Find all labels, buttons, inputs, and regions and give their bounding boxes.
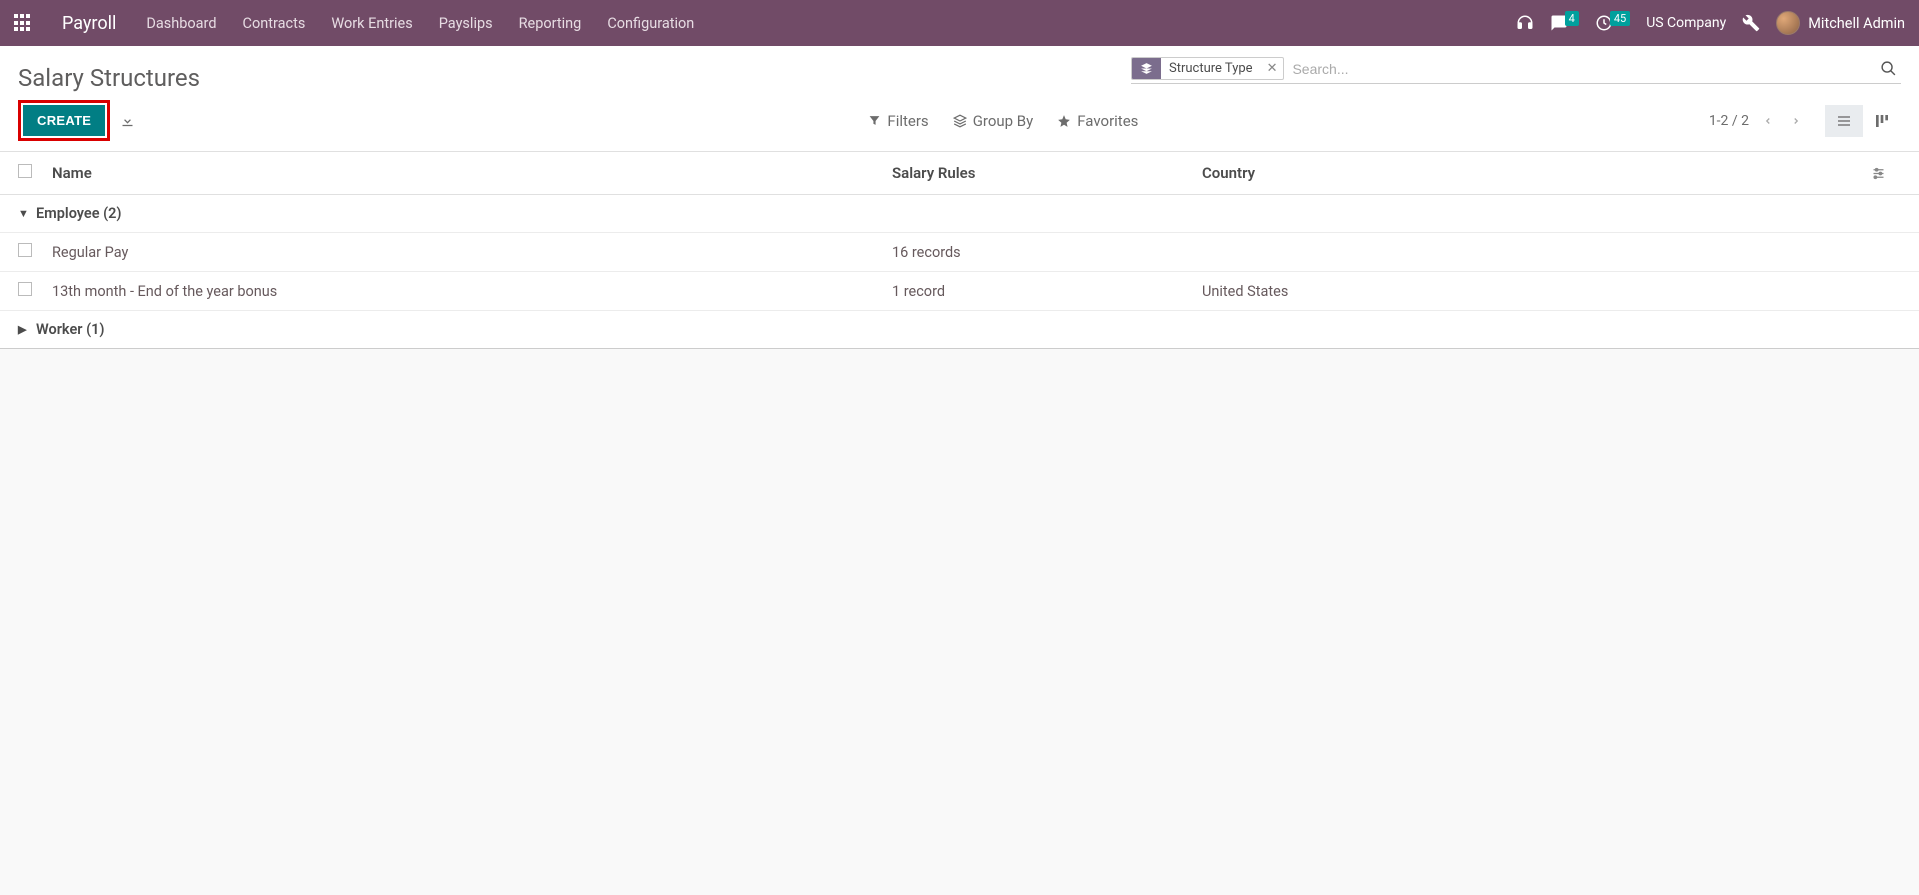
- control-panel: Salary Structures Structure Type ✕ CREAT…: [0, 46, 1919, 152]
- apps-menu-icon[interactable]: [14, 14, 32, 32]
- group-label: Employee (2): [36, 205, 122, 222]
- row-checkbox[interactable]: [18, 243, 32, 257]
- create-button[interactable]: CREATE: [23, 105, 105, 136]
- pager: 1-2 / 2: [1709, 112, 1805, 130]
- filters-label: Filters: [887, 112, 928, 130]
- cell-rules: 1 record: [892, 283, 1202, 300]
- table-header: Name Salary Rules Country: [0, 152, 1919, 195]
- cell-name: Regular Pay: [52, 244, 892, 261]
- table-row[interactable]: 13th month - End of the year bonus 1 rec…: [0, 272, 1919, 311]
- table-row[interactable]: Regular Pay 16 records: [0, 233, 1919, 272]
- nav-payslips[interactable]: Payslips: [439, 15, 493, 32]
- nav-configuration[interactable]: Configuration: [607, 15, 694, 32]
- top-navbar: Payroll Dashboard Contracts Work Entries…: [0, 0, 1919, 46]
- search-bar[interactable]: Structure Type ✕: [1131, 56, 1901, 84]
- cell-country: United States: [1202, 283, 1871, 300]
- kanban-view-icon[interactable]: [1863, 105, 1901, 137]
- cell-rules: 16 records: [892, 244, 1202, 261]
- header-name[interactable]: Name: [52, 164, 892, 182]
- group-row-employee[interactable]: ▼ Employee (2): [0, 195, 1919, 233]
- nav-work-entries[interactable]: Work Entries: [331, 15, 412, 32]
- messages-icon[interactable]: 4: [1550, 14, 1579, 32]
- messages-badge: 4: [1565, 11, 1579, 26]
- create-button-highlight: CREATE: [18, 100, 110, 141]
- search-facet-structure-type: Structure Type ✕: [1131, 57, 1284, 80]
- select-all-checkbox[interactable]: [18, 164, 32, 178]
- view-switcher: [1825, 105, 1901, 137]
- pager-prev-icon[interactable]: [1759, 112, 1777, 130]
- groupby-label: Group By: [973, 112, 1034, 130]
- header-salary-rules[interactable]: Salary Rules: [892, 164, 1202, 182]
- import-icon[interactable]: [120, 113, 135, 128]
- group-label: Worker (1): [36, 321, 104, 338]
- layers-icon: [1132, 58, 1161, 79]
- search-input[interactable]: [1284, 57, 1876, 81]
- favorites-label: Favorites: [1077, 112, 1138, 130]
- pager-next-icon[interactable]: [1787, 112, 1805, 130]
- debug-icon[interactable]: [1742, 14, 1760, 32]
- user-menu[interactable]: Mitchell Admin: [1776, 11, 1905, 35]
- systray-phone-icon[interactable]: [1516, 14, 1534, 32]
- optional-fields-icon[interactable]: [1871, 166, 1901, 181]
- groupby-dropdown[interactable]: Group By: [953, 112, 1034, 130]
- row-checkbox[interactable]: [18, 282, 32, 296]
- company-switcher[interactable]: US Company: [1646, 15, 1726, 31]
- list-view-icon[interactable]: [1825, 105, 1863, 137]
- favorites-dropdown[interactable]: Favorites: [1057, 112, 1138, 130]
- facet-remove-icon[interactable]: ✕: [1261, 58, 1284, 79]
- facet-label: Structure Type: [1161, 58, 1261, 79]
- filters-dropdown[interactable]: Filters: [868, 112, 928, 130]
- activities-badge: 45: [1610, 11, 1630, 26]
- cell-name: 13th month - End of the year bonus: [52, 283, 892, 300]
- list-view: Name Salary Rules Country ▼ Employee (2)…: [0, 152, 1919, 349]
- nav-links: Dashboard Contracts Work Entries Payslip…: [146, 15, 694, 32]
- pager-value[interactable]: 1-2 / 2: [1709, 113, 1749, 129]
- nav-reporting[interactable]: Reporting: [519, 15, 582, 32]
- app-brand[interactable]: Payroll: [62, 13, 116, 34]
- activities-icon[interactable]: 45: [1595, 14, 1630, 32]
- user-name-label: Mitchell Admin: [1808, 15, 1905, 32]
- caret-down-icon: ▼: [18, 207, 36, 220]
- header-country[interactable]: Country: [1202, 164, 1871, 182]
- search-icon[interactable]: [1876, 56, 1901, 81]
- user-avatar-icon: [1776, 11, 1800, 35]
- group-row-worker[interactable]: ▶ Worker (1): [0, 311, 1919, 349]
- caret-right-icon: ▶: [18, 323, 36, 336]
- nav-dashboard[interactable]: Dashboard: [146, 15, 216, 32]
- nav-contracts[interactable]: Contracts: [243, 15, 306, 32]
- page-title: Salary Structures: [18, 56, 1131, 92]
